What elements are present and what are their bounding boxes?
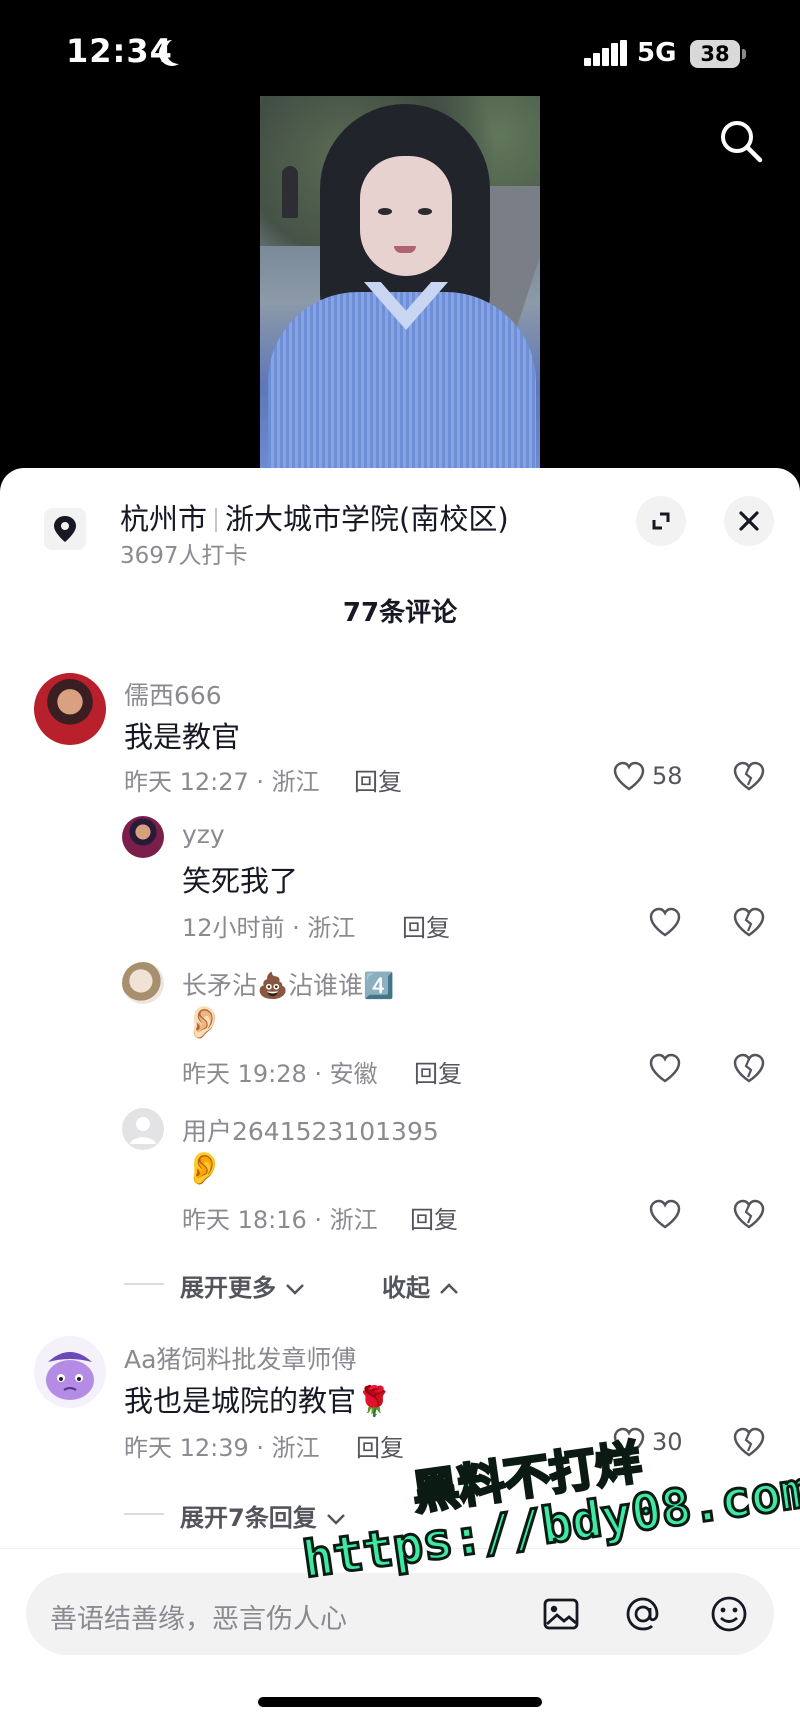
- broken-heart-icon[interactable]: [732, 1426, 766, 1458]
- emoji-icon[interactable]: [708, 1593, 750, 1635]
- battery-icon: 38: [690, 40, 740, 68]
- collapse-label: 收起: [382, 1274, 430, 1302]
- reply-button[interactable]: 回复: [402, 908, 450, 943]
- avatar[interactable]: [122, 1108, 164, 1150]
- avatar[interactable]: [34, 673, 106, 745]
- heart-icon[interactable]: [648, 1052, 682, 1084]
- mention-icon[interactable]: [622, 1593, 664, 1635]
- comment-username[interactable]: 用户2641523101395: [182, 1112, 439, 1148]
- chevron-up-icon: [440, 1283, 459, 1294]
- heart-icon[interactable]: [612, 1426, 646, 1458]
- comment-meta: 昨天 12:39 · 浙江: [124, 1434, 320, 1462]
- comment-input-placeholder: 善语结善缘，恶言伤人心: [50, 1604, 347, 1635]
- avatar[interactable]: [122, 816, 164, 858]
- comment-username[interactable]: Aa猪饲料批发章师傅: [124, 1340, 356, 1376]
- signal-icon: [584, 40, 628, 66]
- comment-sheet: 杭州市 浙大城市学院(南校区) 3697人打卡 77条评论 儒西666 我是教官 …: [0, 468, 800, 1732]
- search-icon: [721, 121, 763, 163]
- reply-button[interactable]: 回复: [414, 1054, 462, 1089]
- expand-replies-button[interactable]: 展开7条回复: [180, 1498, 347, 1533]
- default-avatar-icon: [130, 1117, 156, 1144]
- location-place: 浙大城市学院(南校区): [225, 502, 509, 536]
- expand-replies-label: 展开7条回复: [180, 1504, 317, 1532]
- collapse-button[interactable]: 收起: [382, 1268, 460, 1303]
- like-count: 58: [652, 762, 683, 790]
- comment-text: 👂🏻: [184, 1003, 224, 1041]
- comment-username[interactable]: 长矛沾💩沾谁谁4️⃣: [182, 966, 394, 1002]
- heart-icon[interactable]: [612, 760, 646, 792]
- checkin-count: 3697人打卡: [120, 543, 248, 569]
- thread-divider: [124, 1283, 164, 1285]
- comment-meta: 昨天 19:28 · 安徽: [182, 1060, 378, 1088]
- comment-text: 笑死我了: [182, 864, 299, 898]
- comment-text: 👂: [184, 1149, 224, 1187]
- post-photo[interactable]: [260, 96, 540, 470]
- expand-more-label: 展开更多: [180, 1274, 276, 1302]
- reply-button[interactable]: 回复: [354, 762, 402, 797]
- avatar[interactable]: [34, 1336, 106, 1408]
- network-label: 5G: [637, 38, 677, 68]
- chevron-down-icon: [286, 1284, 305, 1295]
- like-count: 30: [652, 1428, 683, 1456]
- heart-icon[interactable]: [648, 1198, 682, 1230]
- expand-icon: [652, 512, 670, 530]
- avatar[interactable]: [122, 962, 164, 1004]
- broken-heart-icon[interactable]: [732, 906, 766, 938]
- status-bar: 12:34 5G 38: [0, 0, 800, 110]
- status-time: 12:34: [66, 32, 173, 70]
- location-city: 杭州市: [120, 502, 208, 536]
- chevron-down-icon: [327, 1514, 345, 1525]
- home-indicator: [258, 1697, 542, 1707]
- search-button[interactable]: [716, 116, 766, 166]
- expand-more-button[interactable]: 展开更多: [180, 1268, 306, 1303]
- comment-text: 我是教官: [124, 720, 241, 754]
- heart-icon[interactable]: [648, 906, 682, 938]
- comment-input[interactable]: 善语结善缘，恶言伤人心: [26, 1573, 774, 1655]
- location-pin-icon: [44, 508, 86, 550]
- broken-heart-icon[interactable]: [732, 1198, 766, 1230]
- comment-count-title: 77条评论: [342, 598, 458, 628]
- battery-tip: [742, 49, 746, 59]
- broken-heart-icon[interactable]: [732, 1052, 766, 1084]
- location-title[interactable]: 杭州市 浙大城市学院(南校区): [120, 496, 509, 538]
- comment-meta: 昨天 18:16 · 浙江: [182, 1206, 378, 1234]
- comment-username[interactable]: 儒西666: [124, 676, 222, 712]
- purple-monster-avatar: [46, 1352, 94, 1400]
- comment-username[interactable]: yzy: [182, 820, 225, 849]
- expand-sheet-button[interactable]: [636, 496, 686, 546]
- comment-input-bar: 善语结善缘，恶言伤人心: [0, 1548, 800, 1732]
- close-button[interactable]: [724, 496, 774, 546]
- image-icon[interactable]: [540, 1593, 582, 1635]
- thread-divider: [124, 1513, 164, 1515]
- comment-text: 我也是城院的教官🌹: [124, 1384, 393, 1418]
- comment-meta: 12小时前 · 浙江: [182, 914, 356, 942]
- reply-button[interactable]: 回复: [410, 1200, 458, 1235]
- reply-button[interactable]: 回复: [356, 1428, 404, 1463]
- location-separator: [215, 508, 218, 532]
- comment-meta: 昨天 12:27 · 浙江: [124, 768, 320, 796]
- moon-icon: [166, 38, 192, 64]
- close-icon: [739, 511, 759, 531]
- broken-heart-icon[interactable]: [732, 760, 766, 792]
